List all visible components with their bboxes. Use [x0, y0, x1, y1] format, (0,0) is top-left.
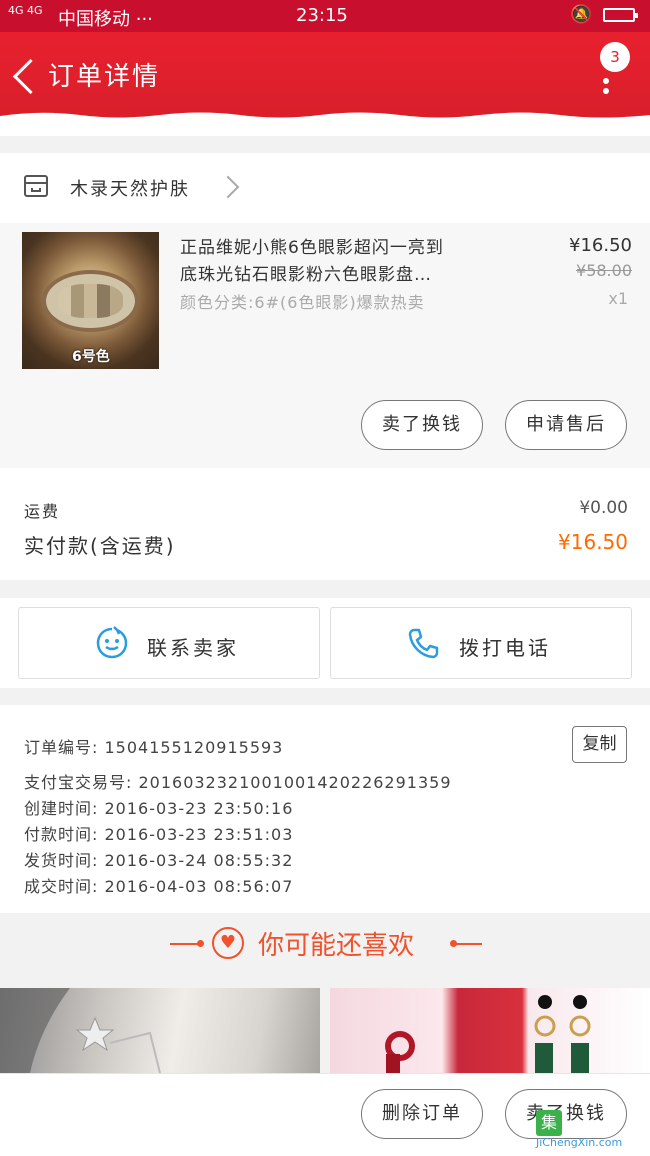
more-dot-icon[interactable] [603, 88, 609, 94]
decor-line [170, 943, 200, 945]
order-info: 订单编号: 1504155120915593 支付宝交易号: 201603232… [0, 705, 650, 913]
carrier-name: 中国移动 ··· [58, 9, 153, 30]
earring-photo [0, 988, 161, 1073]
product-quantity: x1 [608, 289, 628, 308]
product-item[interactable]: 6号色 正品维妮小熊6色眼影超闪一亮到 底珠光钻石眼影粉六色眼影盘… 颜色分类:… [0, 223, 650, 468]
phone-icon [408, 628, 439, 659]
page-title: 订单详情 [48, 62, 161, 92]
paid-time: 付款时间: 2016-03-23 23:51:03 [24, 825, 294, 844]
contact-seller-label: 联系卖家 [147, 636, 239, 660]
eyeshadow-palette-image [42, 270, 139, 332]
recommend-header: ♥ 你可能还喜欢 [0, 913, 650, 975]
product-title-line: 正品维妮小熊6色眼影超闪一亮到 [180, 238, 444, 258]
tassel-earrings-photo [385, 995, 591, 1073]
recommended-product-image[interactable] [330, 988, 650, 1073]
call-phone-button[interactable]: 拨打电话 [330, 607, 632, 679]
store-row[interactable]: 木录天然护肤 [0, 153, 650, 223]
recommend-title: 你可能还喜欢 [258, 931, 415, 961]
bottom-action-bar: 删除订单 卖了换钱 集 JiChengXin.com [0, 1073, 650, 1156]
watermark-logo: 集 [536, 1110, 562, 1136]
product-price: ¥16.50 [569, 235, 632, 256]
product-thumbnail[interactable]: 6号色 [22, 232, 159, 369]
product-title[interactable]: 正品维妮小熊6色眼影超闪一亮到 底珠光钻石眼影粉六色眼影盘… [180, 235, 510, 289]
signal-indicator: 4G 4G [8, 4, 43, 17]
original-price: ¥58.00 [576, 261, 632, 280]
completed-time: 成交时间: 2016-04-03 08:56:07 [24, 877, 294, 896]
request-after-sale-button[interactable]: 申请售后 [505, 400, 627, 450]
paid-amount-label: 实付款(含运费) [24, 534, 176, 558]
status-bar: 4G 4G 中国移动 ··· 23:15 🔕 [0, 0, 650, 32]
chat-bubble-icon [96, 626, 128, 659]
paid-amount-value: ¥16.50 [558, 530, 628, 554]
clock: 23:15 [296, 5, 348, 26]
order-number: 订单编号: 1504155120915593 [24, 738, 284, 757]
contact-section: 联系卖家 拨打电话 [0, 598, 650, 688]
contact-seller-button[interactable]: 联系卖家 [18, 607, 320, 679]
site-watermark: 集 JiChengXin.com [536, 1110, 650, 1149]
mute-bell-icon: 🔕 [570, 4, 593, 25]
product-title-line: 底珠光钻石眼影粉六色眼影盘… [180, 265, 432, 285]
nav-header: 订单详情 3 [0, 32, 650, 120]
shipped-time: 发货时间: 2016-03-24 08:55:32 [24, 851, 294, 870]
copy-order-number-button[interactable]: 复制 [572, 726, 627, 763]
product-spec: 颜色分类:6#(6色眼影)爆款热卖 [180, 293, 425, 312]
message-count-badge[interactable]: 3 [600, 42, 630, 72]
alipay-trade-number: 支付宝交易号: 2016032321001001420226291359 [24, 773, 452, 792]
recommended-product-image[interactable] [0, 988, 320, 1073]
shipping-value: ¥0.00 [579, 498, 628, 518]
header-spacer [0, 118, 650, 136]
store-name: 木录天然护肤 [70, 179, 190, 200]
shop-icon [24, 175, 48, 197]
decor-dot [197, 940, 204, 947]
order-totals: 运费 ¥0.00 实付款(含运费) ¥16.50 [0, 468, 650, 580]
chevron-right-icon [216, 175, 240, 199]
created-time: 创建时间: 2016-03-23 23:50:16 [24, 799, 294, 818]
decor-line [452, 943, 482, 945]
heart-icon: ♥ [212, 927, 244, 959]
battery-icon [603, 8, 638, 22]
call-phone-label: 拨打电话 [459, 636, 551, 660]
shipping-label: 运费 [24, 502, 61, 521]
sell-for-cash-button[interactable]: 卖了换钱 [361, 400, 483, 450]
back-arrow-icon[interactable] [12, 58, 49, 95]
more-dot-icon[interactable] [603, 78, 609, 84]
product-image-tag: 6号色 [72, 349, 110, 365]
delete-order-button[interactable]: 删除订单 [361, 1089, 483, 1139]
watermark-text: JiChengXin.com [536, 1136, 623, 1149]
